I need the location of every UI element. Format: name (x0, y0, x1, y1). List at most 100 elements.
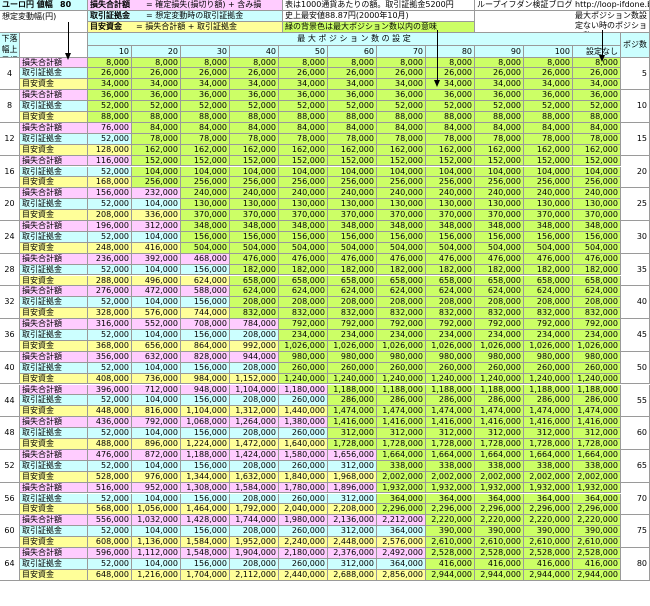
row-kind-label: 取引証拠金 (20, 297, 88, 309)
value-cell: 26,000 (426, 68, 475, 80)
value-cell: 368,000 (88, 340, 132, 352)
value-cell: 980,000 (328, 351, 377, 363)
value-cell: 88,000 (181, 112, 230, 123)
value-cell: 34,000 (132, 79, 181, 91)
value-cell: 1,026,000 (573, 340, 621, 352)
setting-header: 60 (328, 46, 377, 58)
value-cell: 504,000 (377, 242, 426, 254)
value-cell: 1,188,000 (573, 384, 621, 396)
value-cell: 2,944,000 (475, 569, 524, 581)
value-cell: 792,000 (328, 319, 377, 330)
value-cell: 338,000 (475, 460, 524, 472)
value-cell: 36,000 (475, 90, 524, 102)
position-count-cell: 25 (621, 188, 650, 221)
max-position-note: 最大ポジション数設定ない時のポジション数 (573, 11, 650, 33)
value-cell: 348,000 (279, 221, 328, 232)
value-cell: 130,000 (279, 199, 328, 211)
value-cell: 8,000 (377, 57, 426, 69)
value-cell: 792,000 (132, 417, 181, 429)
value-cell: 1,728,000 (475, 439, 524, 450)
value-cell: 182,000 (377, 264, 426, 276)
row-kind-label: 取引証拠金 (20, 558, 88, 570)
value-cell: 658,000 (524, 275, 573, 287)
value-cell: 392,000 (132, 253, 181, 265)
value-cell: 36,000 (377, 90, 426, 102)
value-cell: 52,000 (475, 101, 524, 112)
value-cell: 832,000 (230, 308, 279, 320)
value-cell: 2,856,000 (377, 569, 426, 581)
value-cell: 952,000 (132, 482, 181, 494)
value-cell: 104,000 (132, 395, 181, 407)
value-cell: 1,152,000 (230, 373, 279, 385)
value-cell: 504,000 (230, 242, 279, 254)
value-cell: 658,000 (279, 275, 328, 287)
value-cell: 2,220,000 (475, 515, 524, 527)
value-cell: 152,000 (524, 155, 573, 167)
value-cell: 370,000 (426, 210, 475, 221)
value-cell: 52,000 (426, 101, 475, 112)
value-cell: 792,000 (475, 319, 524, 330)
row-kind-label: 損失合計額 (20, 221, 88, 232)
row-kind-label: 損失合計額 (20, 319, 88, 330)
value-cell: 316,000 (88, 319, 132, 330)
value-cell: 2,610,000 (573, 537, 621, 548)
row-kind-label: 目安資金 (20, 406, 88, 418)
value-cell: 52,000 (524, 101, 573, 112)
value-cell: 8,000 (181, 57, 230, 69)
value-cell: 162,000 (426, 144, 475, 156)
setting-header: 30 (181, 46, 230, 58)
value-cell: 104,000 (181, 166, 230, 178)
row-kind-label: 目安資金 (20, 471, 88, 483)
value-cell: 1,932,000 (573, 482, 621, 494)
range-value: 80 (60, 0, 72, 9)
row-kind-label: 目安資金 (20, 144, 88, 156)
value-cell: 476,000 (279, 253, 328, 265)
value-cell: 784,000 (230, 319, 279, 330)
value-cell: 312,000 (328, 460, 377, 472)
value-cell: 2,528,000 (426, 548, 475, 559)
value-cell: 370,000 (328, 210, 377, 221)
value-cell: 256,000 (230, 177, 279, 189)
value-cell: 1,664,000 (377, 449, 426, 461)
row-kind-label: 取引証拠金 (20, 362, 88, 374)
value-cell: 52,000 (88, 428, 132, 439)
value-cell: 1,416,000 (328, 417, 377, 429)
value-cell: 832,000 (573, 308, 621, 320)
value-cell: 448,000 (88, 406, 132, 418)
value-cell: 162,000 (573, 144, 621, 156)
value-cell: 52,000 (88, 297, 132, 309)
row-kind-label: 損失合計額 (20, 188, 88, 200)
value-cell: 792,000 (426, 319, 475, 330)
value-cell: 156,000 (377, 231, 426, 243)
value-cell: 364,000 (377, 526, 426, 538)
value-cell: 984,000 (181, 373, 230, 385)
value-cell: 2,376,000 (328, 548, 377, 559)
value-cell: 156,000 (181, 297, 230, 309)
row-kind-label: 取引証拠金 (20, 526, 88, 538)
value-cell: 104,000 (132, 493, 181, 505)
value-cell: 338,000 (377, 460, 426, 472)
value-cell: 162,000 (230, 144, 279, 156)
value-cell: 556,000 (88, 515, 132, 527)
value-cell: 182,000 (524, 264, 573, 276)
value-cell: 2,944,000 (573, 569, 621, 581)
value-cell: 832,000 (475, 308, 524, 320)
assumed-move-label: 想定変動幅(円) (0, 11, 88, 33)
value-cell: 1,240,000 (328, 373, 377, 385)
value-cell: 156,000 (181, 330, 230, 341)
value-cell: 2,002,000 (524, 471, 573, 483)
value-cell: 260,000 (328, 362, 377, 374)
value-cell: 26,000 (88, 68, 132, 80)
value-cell: 208,000 (230, 558, 279, 570)
value-cell: 1,312,000 (230, 406, 279, 418)
value-cell: 370,000 (377, 210, 426, 221)
value-cell: 52,000 (88, 395, 132, 407)
row-kind-label: 目安資金 (20, 275, 88, 287)
value-cell: 370,000 (181, 210, 230, 221)
value-cell: 1,744,000 (230, 515, 279, 527)
value-cell: 240,000 (426, 188, 475, 200)
value-cell: 152,000 (279, 155, 328, 167)
drop-width-cell: 24 (0, 221, 20, 254)
drop-width-cell: 36 (0, 319, 20, 352)
value-cell: 34,000 (230, 79, 279, 91)
